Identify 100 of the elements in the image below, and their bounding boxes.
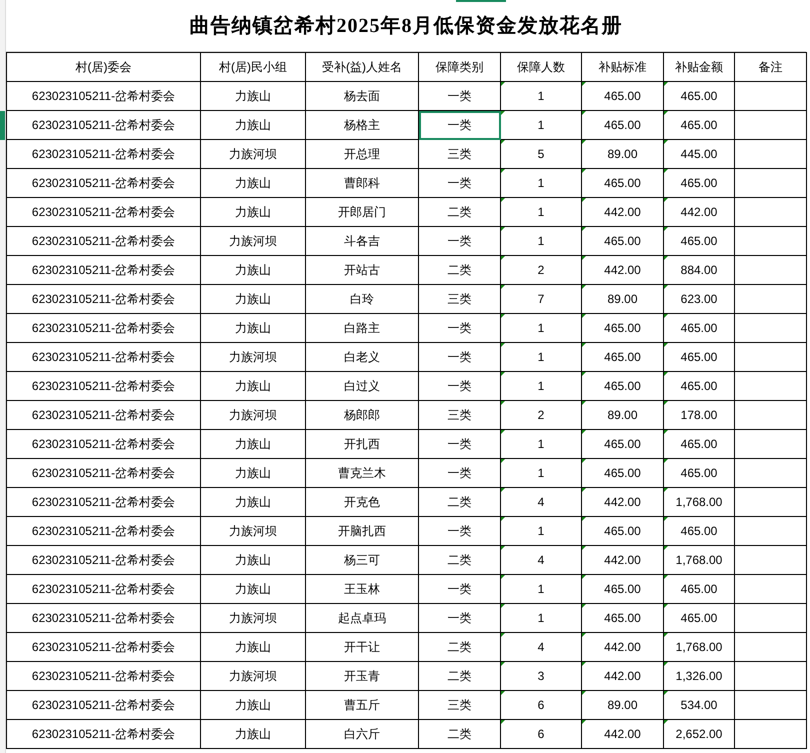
- table-cell[interactable]: [734, 574, 806, 604]
- table-cell[interactable]: 起点卓玛: [306, 604, 418, 632]
- table-cell[interactable]: 二类: [418, 546, 500, 574]
- table-cell[interactable]: [734, 342, 806, 372]
- table-cell[interactable]: 一类: [418, 168, 500, 198]
- table-cell[interactable]: 力族河坝: [200, 516, 306, 546]
- table-cell[interactable]: 465.00: [582, 314, 664, 342]
- table-cell[interactable]: 开干让: [306, 632, 418, 662]
- table-cell[interactable]: 二类: [418, 256, 500, 284]
- table-cell[interactable]: 力族山: [200, 168, 306, 198]
- table-cell[interactable]: 杨去面: [306, 82, 418, 110]
- table-cell[interactable]: 4: [500, 488, 582, 516]
- table-cell[interactable]: 开克色: [306, 488, 418, 516]
- table-cell[interactable]: 二类: [418, 488, 500, 516]
- table-cell[interactable]: 442.00: [582, 546, 664, 574]
- table-cell[interactable]: 1: [500, 574, 582, 604]
- table-cell[interactable]: 曹郎科: [306, 168, 418, 198]
- table-cell[interactable]: 623023105211-岔希村委会: [6, 720, 200, 748]
- table-cell[interactable]: 442.00: [582, 488, 664, 516]
- table-cell[interactable]: 白路主: [306, 314, 418, 342]
- table-cell[interactable]: 623023105211-岔希村委会: [6, 82, 200, 110]
- table-cell[interactable]: 623023105211-岔希村委会: [6, 458, 200, 488]
- table-cell[interactable]: 623023105211-岔希村委会: [6, 400, 200, 430]
- table-cell[interactable]: 1: [500, 604, 582, 632]
- table-cell[interactable]: [734, 372, 806, 400]
- table-cell[interactable]: 623023105211-岔希村委会: [6, 140, 200, 168]
- table-cell[interactable]: 一类: [418, 516, 500, 546]
- table-cell[interactable]: 442.00: [582, 198, 664, 226]
- table-cell[interactable]: 力族山: [200, 720, 306, 748]
- table-cell[interactable]: 力族山: [200, 488, 306, 516]
- table-cell[interactable]: 一类: [418, 110, 500, 140]
- table-cell[interactable]: 5: [500, 140, 582, 168]
- table-cell[interactable]: 力族河坝: [200, 604, 306, 632]
- table-cell[interactable]: 三类: [418, 140, 500, 168]
- table-cell[interactable]: 杨郎郎: [306, 400, 418, 430]
- table-cell[interactable]: 89.00: [582, 284, 664, 314]
- table-cell[interactable]: 一类: [418, 430, 500, 458]
- table-cell[interactable]: 开站古: [306, 256, 418, 284]
- table-cell[interactable]: 力族山: [200, 256, 306, 284]
- table-cell[interactable]: 442.00: [664, 198, 734, 226]
- table-cell[interactable]: 89.00: [582, 140, 664, 168]
- table-cell[interactable]: 开脑扎西: [306, 516, 418, 546]
- table-cell[interactable]: 465.00: [664, 574, 734, 604]
- table-cell[interactable]: [734, 430, 806, 458]
- table-cell[interactable]: [734, 604, 806, 632]
- table-cell[interactable]: 465.00: [582, 604, 664, 632]
- table-cell[interactable]: 二类: [418, 720, 500, 748]
- table-cell[interactable]: [734, 284, 806, 314]
- table-cell[interactable]: 1: [500, 168, 582, 198]
- table-cell[interactable]: 623023105211-岔希村委会: [6, 632, 200, 662]
- table-cell[interactable]: 力族山: [200, 430, 306, 458]
- table-cell[interactable]: 623.00: [664, 284, 734, 314]
- table-cell[interactable]: [734, 256, 806, 284]
- table-cell[interactable]: 1: [500, 110, 582, 140]
- table-cell[interactable]: 三类: [418, 400, 500, 430]
- table-cell[interactable]: 534.00: [664, 690, 734, 720]
- table-cell[interactable]: 465.00: [582, 226, 664, 256]
- table-cell[interactable]: 1: [500, 430, 582, 458]
- table-cell[interactable]: 442.00: [582, 662, 664, 690]
- table-cell[interactable]: 力族山: [200, 198, 306, 226]
- table-cell[interactable]: 二类: [418, 662, 500, 690]
- table-cell[interactable]: 442.00: [582, 720, 664, 748]
- table-cell[interactable]: 623023105211-岔希村委会: [6, 546, 200, 574]
- table-cell[interactable]: 1,768.00: [664, 488, 734, 516]
- table-cell[interactable]: 力族山: [200, 110, 306, 140]
- table-cell[interactable]: 王玉林: [306, 574, 418, 604]
- table-cell[interactable]: 465.00: [664, 82, 734, 110]
- table-cell[interactable]: 一类: [418, 314, 500, 342]
- table-cell[interactable]: 力族山: [200, 632, 306, 662]
- table-cell[interactable]: 623023105211-岔希村委会: [6, 226, 200, 256]
- table-cell[interactable]: 一类: [418, 458, 500, 488]
- table-cell[interactable]: 442.00: [582, 256, 664, 284]
- table-cell[interactable]: 力族河坝: [200, 140, 306, 168]
- table-cell[interactable]: 一类: [418, 372, 500, 400]
- table-cell[interactable]: 1: [500, 82, 582, 110]
- table-cell[interactable]: 力族山: [200, 284, 306, 314]
- table-cell[interactable]: 力族山: [200, 458, 306, 488]
- table-cell[interactable]: 白过义: [306, 372, 418, 400]
- table-cell[interactable]: 白六斤: [306, 720, 418, 748]
- table-cell[interactable]: [734, 140, 806, 168]
- table-cell[interactable]: [734, 632, 806, 662]
- table-cell[interactable]: 1: [500, 198, 582, 226]
- table-cell[interactable]: 6: [500, 690, 582, 720]
- table-cell[interactable]: 2,652.00: [664, 720, 734, 748]
- table-cell[interactable]: 623023105211-岔希村委会: [6, 342, 200, 372]
- table-cell[interactable]: 三类: [418, 690, 500, 720]
- table-cell[interactable]: 623023105211-岔希村委会: [6, 604, 200, 632]
- table-cell[interactable]: 力族河坝: [200, 342, 306, 372]
- table-cell[interactable]: 力族河坝: [200, 400, 306, 430]
- table-cell[interactable]: 623023105211-岔希村委会: [6, 488, 200, 516]
- table-cell[interactable]: 1,768.00: [664, 632, 734, 662]
- table-cell[interactable]: 7: [500, 284, 582, 314]
- table-cell[interactable]: 杨格主: [306, 110, 418, 140]
- table-cell[interactable]: 力族山: [200, 372, 306, 400]
- table-cell[interactable]: 465.00: [664, 430, 734, 458]
- table-cell[interactable]: 白老义: [306, 342, 418, 372]
- table-cell[interactable]: 445.00: [664, 140, 734, 168]
- table-cell[interactable]: 465.00: [582, 458, 664, 488]
- table-cell[interactable]: [734, 458, 806, 488]
- table-cell[interactable]: 三类: [418, 284, 500, 314]
